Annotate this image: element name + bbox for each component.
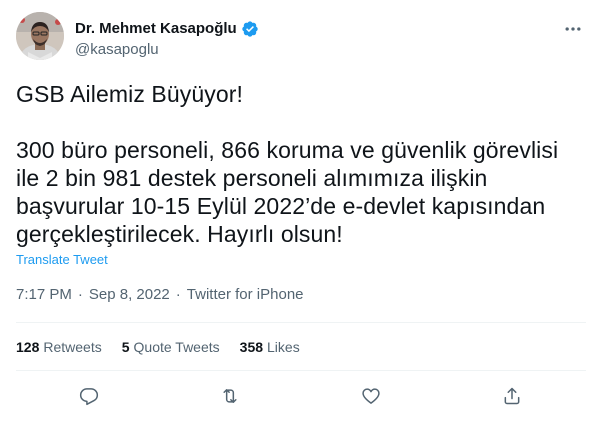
likes-label: Likes bbox=[267, 339, 300, 355]
tweet-metadata: 7:17 PM · Sep 8, 2022 · Twitter for iPho… bbox=[16, 286, 304, 304]
tweet-date[interactable]: Sep 8, 2022 bbox=[89, 286, 170, 304]
author-handle[interactable]: @kasapoglu bbox=[75, 41, 159, 59]
divider bbox=[16, 370, 586, 371]
tweet-card: Dr. Mehmet Kasapoğlu @kasapoglu GSB Aile… bbox=[0, 0, 602, 428]
tweet-body: 300 büro personeli, 866 koruma ve güvenl… bbox=[16, 137, 559, 247]
retweets-label: Retweets bbox=[43, 339, 102, 355]
divider bbox=[16, 322, 586, 323]
engagement-stats: 128 Retweets 5 Quote Tweets 358 Likes bbox=[16, 338, 300, 356]
share-icon[interactable] bbox=[494, 378, 530, 414]
tweet-text: GSB Ailemiz Büyüyor! 300 büro personeli,… bbox=[16, 80, 586, 248]
meta-separator: · bbox=[77, 286, 83, 303]
meta-separator: · bbox=[175, 286, 181, 303]
author-name-row: Dr. Mehmet Kasapoğlu bbox=[75, 20, 259, 38]
tweet-actions bbox=[16, 378, 586, 414]
retweet-icon[interactable] bbox=[212, 378, 248, 414]
quote-tweets-count: 5 bbox=[121, 339, 130, 355]
quote-tweets-label: Quote Tweets bbox=[133, 339, 220, 355]
translate-tweet-link[interactable]: Translate Tweet bbox=[16, 252, 108, 268]
likes-stat[interactable]: 358 Likes bbox=[240, 338, 300, 356]
tweet-headline: GSB Ailemiz Büyüyor! bbox=[16, 81, 243, 107]
profile-avatar[interactable] bbox=[16, 12, 64, 60]
tweet-time[interactable]: 7:17 PM bbox=[16, 286, 72, 304]
author-display-name[interactable]: Dr. Mehmet Kasapoğlu bbox=[75, 20, 237, 38]
reply-icon[interactable] bbox=[71, 378, 107, 414]
more-options-icon[interactable] bbox=[558, 14, 588, 44]
like-icon[interactable] bbox=[353, 378, 389, 414]
retweets-stat[interactable]: 128 Retweets bbox=[16, 338, 102, 356]
likes-count: 358 bbox=[239, 339, 264, 355]
verified-badge-icon bbox=[241, 20, 259, 38]
quote-tweets-stat[interactable]: 5 Quote Tweets bbox=[122, 338, 220, 356]
tweet-source[interactable]: Twitter for iPhone bbox=[187, 286, 304, 304]
retweets-count: 128 bbox=[16, 339, 40, 355]
